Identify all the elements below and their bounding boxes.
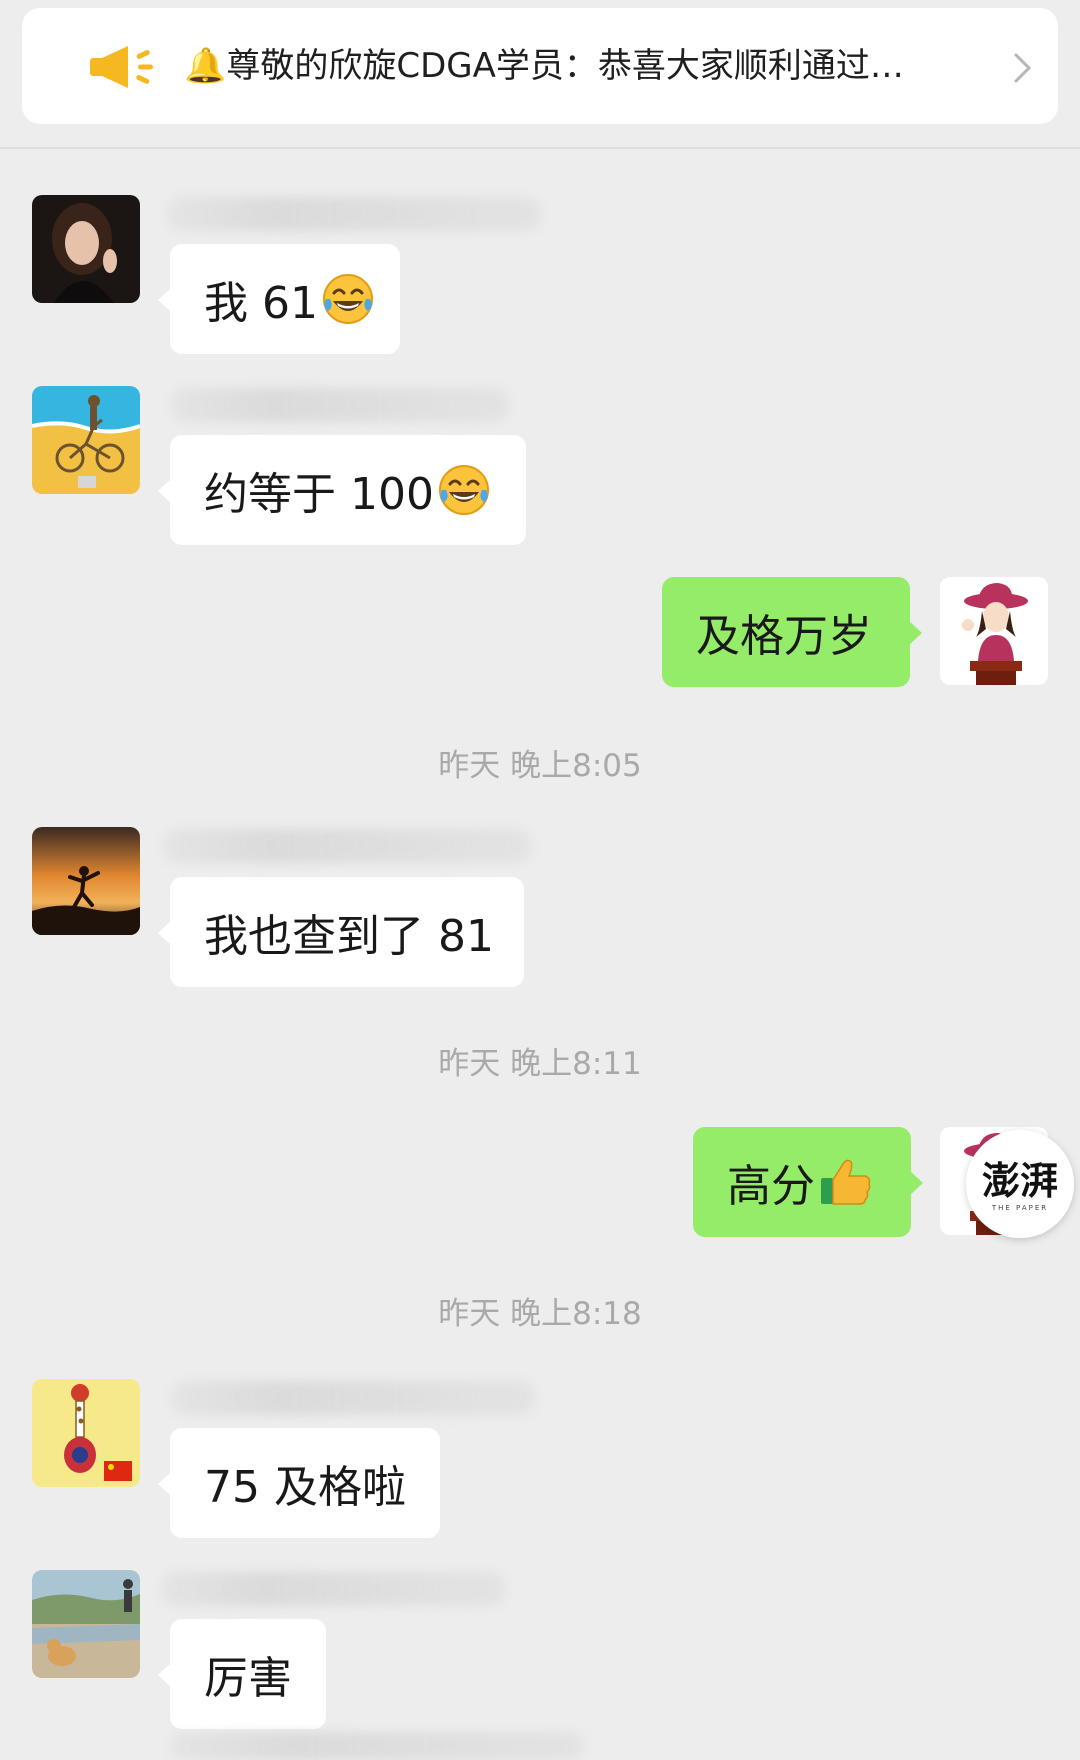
blurred-nickname [166,197,542,231]
avatar[interactable] [940,577,1048,685]
blurred-nickname [170,388,510,422]
timestamp: 昨天 晚上8:05 [438,748,642,784]
message-text: 75 及格啦 [204,1462,406,1513]
avatar[interactable] [32,386,140,494]
banner-divider [0,147,1080,149]
announcement-text: 🔔尊敬的欣旋CDGA学员：恭喜大家顺利通过… [184,46,904,86]
speaker-icon [90,46,153,88]
avatar[interactable] [32,827,140,935]
chevron-right-icon [1014,53,1031,83]
watermark-text: 澎湃 [982,1158,1058,1203]
message-bubble[interactable]: 高分 [693,1127,923,1237]
blurred-nickname [170,1732,584,1760]
tears-of-joy-emoji-icon [438,465,489,515]
message-bubble[interactable]: 约等于 100 [158,435,526,545]
blurred-nickname [162,829,532,863]
timestamp: 昨天 晚上8:11 [438,1046,642,1082]
blurred-nickname [160,1572,506,1606]
watermark-logo: 澎湃 THE PAPER [966,1130,1074,1238]
message-text: 及格万岁 [696,611,872,662]
message-text: 厉害 [204,1653,292,1704]
message-text: 高分 [727,1161,815,1212]
message-bubble[interactable]: 我也查到了 81 [158,877,524,987]
message-text: 我 61 [204,278,318,329]
thumbs-up-emoji-icon [821,1159,871,1205]
blurred-nickname [170,1381,536,1415]
timestamp: 昨天 晚上8:18 [438,1296,642,1332]
message-text: 我也查到了 81 [204,911,494,962]
message-text: 约等于 100 [204,469,434,520]
avatar[interactable] [32,195,140,303]
message-bubble[interactable]: 我 61 [158,244,400,354]
tears-of-joy-emoji-icon [322,274,373,324]
message-bubble[interactable]: 75 及格啦 [158,1428,440,1538]
avatar[interactable] [32,1570,140,1678]
avatar[interactable] [32,1379,140,1487]
announcement-banner[interactable]: 🔔尊敬的欣旋CDGA学员：恭喜大家顺利通过… [22,8,1058,124]
watermark-subtext: THE PAPER [991,1204,1048,1212]
message-bubble[interactable]: 厉害 [158,1619,326,1729]
message-bubble[interactable]: 及格万岁 [662,577,922,687]
